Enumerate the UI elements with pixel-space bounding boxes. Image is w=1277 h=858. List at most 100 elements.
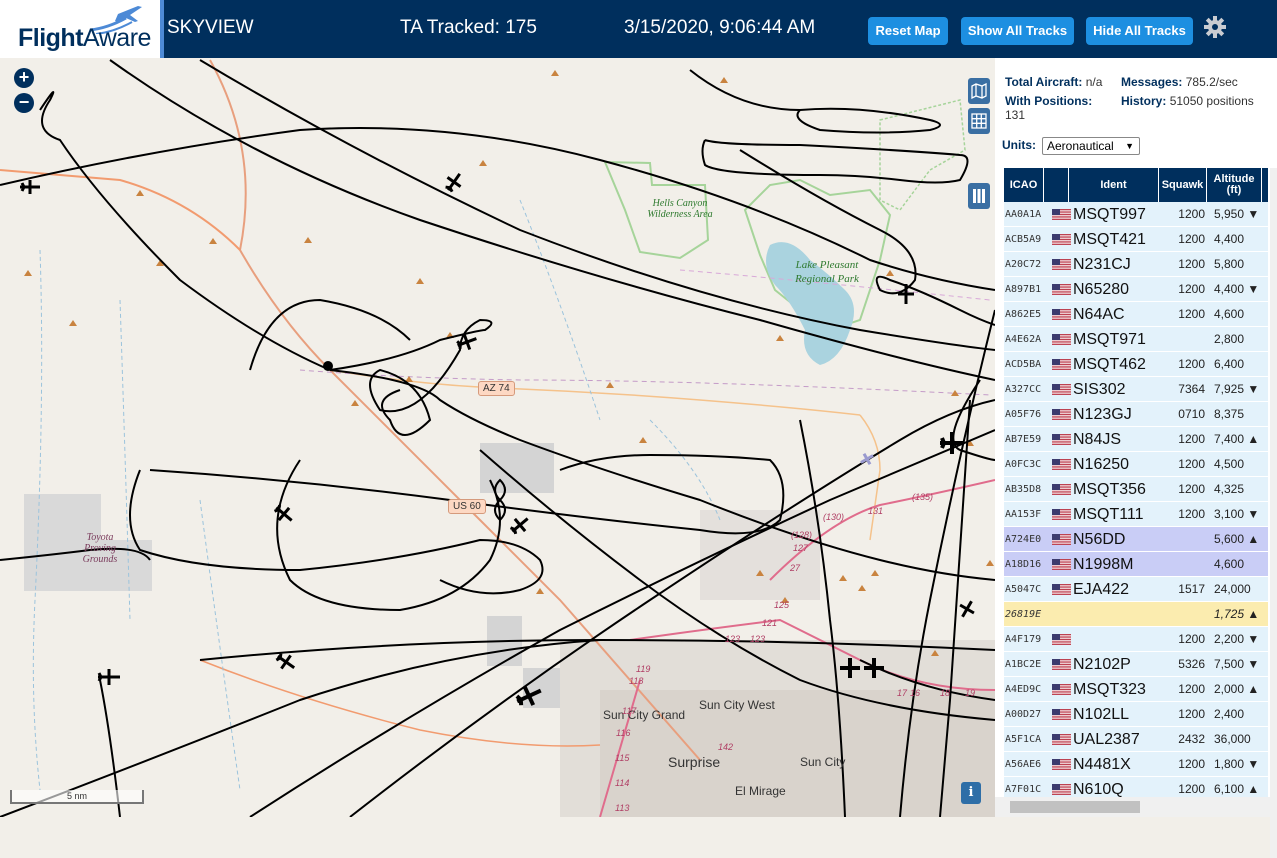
cell-squawk: 1200: [1178, 482, 1205, 496]
table-row[interactable]: A00D27 N102LL 1200 2,400: [1004, 702, 1268, 727]
table-row[interactable]: A327CC SIS302 7364 7,925 ▼: [1004, 377, 1268, 402]
table-row[interactable]: A897B1 N65280 1200 4,400 ▼: [1004, 277, 1268, 302]
aircraft-icon[interactable]: [936, 428, 968, 458]
header-icao[interactable]: ICAO: [1004, 168, 1044, 202]
table-row[interactable]: A20C72 N231CJ 1200 5,800: [1004, 252, 1268, 277]
grid-icon[interactable]: [968, 108, 990, 134]
cell-ident: MSQT462: [1073, 356, 1146, 373]
cell-ident: N65280: [1073, 281, 1130, 298]
table-row[interactable]: A1BC2E N2102P 5326 7,500 ▼: [1004, 652, 1268, 677]
cell-ident: N84JS: [1073, 431, 1122, 448]
aircraft-icon[interactable]: [272, 502, 296, 526]
us-flag-icon: [1052, 734, 1071, 745]
aircraft-panel: Total Aircraft: n/a Messages: 785.2/sec …: [995, 58, 1277, 858]
cell-flag: [1049, 527, 1071, 552]
cell-ident: N1998M: [1073, 556, 1134, 573]
aircraft-icon[interactable]: [514, 682, 544, 710]
route-number: 17: [897, 688, 908, 698]
horizontal-scrollbar[interactable]: [995, 797, 1270, 817]
us-flag-icon: [1052, 459, 1071, 470]
aircraft-icon[interactable]: [894, 282, 918, 306]
cell-altitude: 8,375: [1214, 407, 1245, 421]
cell-icao: A897B1: [1005, 284, 1042, 295]
hide-all-tracks-button[interactable]: Hide All Tracks: [1086, 17, 1193, 45]
aircraft-icon[interactable]: [18, 177, 42, 197]
table-row[interactable]: A18D16 N1998M 4,600: [1004, 552, 1268, 577]
table-row[interactable]: A4ED9C MSQT323 1200 2,000 ▲: [1004, 677, 1268, 702]
cell-squawk: 1200: [1178, 457, 1205, 471]
table-row[interactable]: A5F1CA UAL2387 2432 36,000: [1004, 727, 1268, 752]
route-number: 115: [615, 753, 630, 763]
cell-ident: N102LL: [1073, 706, 1130, 723]
cell-squawk: 1200: [1178, 682, 1205, 696]
cell-flag: [1049, 277, 1071, 302]
aircraft-icon[interactable]: [508, 513, 532, 537]
show-all-tracks-button[interactable]: Show All Tracks: [961, 17, 1074, 45]
aircraft-icon[interactable]: [442, 170, 466, 194]
aircraft-icon[interactable]: [838, 654, 886, 682]
route-number: 121: [762, 618, 778, 628]
scrollbar-thumb[interactable]: [1010, 801, 1140, 813]
table-row[interactable]: AB7E59 N84JS 1200 7,400 ▲: [1004, 427, 1268, 452]
units-select[interactable]: Aeronautical ▼: [1042, 137, 1140, 155]
cell-altitude: 2,200 ▼: [1214, 632, 1260, 646]
table-row[interactable]: ACB5A9 MSQT421 1200 4,400: [1004, 227, 1268, 252]
table-row[interactable]: A05F76 N123GJ 0710 8,375: [1004, 402, 1268, 427]
vertical-scrollbar[interactable]: [1270, 168, 1277, 858]
us-flag-icon: [1052, 409, 1071, 420]
aircraft-icon[interactable]: [858, 451, 876, 467]
cell-icao: A5047C: [1005, 584, 1042, 595]
route-number: (130): [823, 512, 845, 522]
cell-squawk: 2432: [1178, 732, 1205, 746]
map-view[interactable]: + − Hells Canyon Wilderness Area Lake Pl…: [0, 58, 995, 817]
cell-icao: AA0A1A: [1005, 209, 1042, 220]
us-flag-icon: [1052, 759, 1071, 770]
info-button[interactable]: i: [961, 782, 981, 804]
header-ident[interactable]: Ident: [1069, 168, 1159, 202]
table-row[interactable]: A56AE6 N4481X 1200 1,800 ▼: [1004, 752, 1268, 777]
header-squawk[interactable]: Squawk: [1159, 168, 1207, 202]
flightaware-logo[interactable]: FlightAware: [0, 0, 164, 58]
table-row[interactable]: A724E0 N56DD 5,600 ▲: [1004, 527, 1268, 552]
map-basemap: [0, 59, 995, 817]
us-flag-icon: [1052, 784, 1071, 795]
zoom-out-button[interactable]: −: [14, 93, 34, 113]
zoom-in-button[interactable]: +: [14, 68, 34, 88]
cell-icao: A5F1CA: [1005, 734, 1042, 745]
us-flag-icon: [1052, 684, 1071, 695]
cell-flag: [1049, 702, 1071, 727]
aircraft-icon[interactable]: [274, 650, 298, 674]
table-row[interactable]: A5047C EJA422 1517 24,000: [1004, 577, 1268, 602]
cell-altitude: 4,325: [1214, 482, 1245, 496]
table-row[interactable]: AA153F MSQT111 1200 3,100 ▼: [1004, 502, 1268, 527]
table-row[interactable]: AB35D8 MSQT356 1200 4,325: [1004, 477, 1268, 502]
us-flag-icon: [1052, 509, 1071, 520]
table-row[interactable]: A4F179 1200 2,200 ▼: [1004, 627, 1268, 652]
aircraft-icon[interactable]: [956, 598, 978, 620]
cell-altitude: 1,800 ▼: [1214, 757, 1260, 771]
aircraft-icon[interactable]: [96, 666, 122, 688]
cell-ident: [1072, 602, 1160, 627]
cell-altitude: 5,600 ▲: [1214, 532, 1260, 546]
table-row[interactable]: A862E5 N64AC 1200 4,600: [1004, 302, 1268, 327]
cell-squawk: 5326: [1178, 657, 1205, 671]
table-row[interactable]: AA0A1A MSQT997 1200 5,950 ▼: [1004, 202, 1268, 227]
table-row[interactable]: A4E62A MSQT971 2,800: [1004, 327, 1268, 352]
table-row[interactable]: ACD5BA MSQT462 1200 6,400: [1004, 352, 1268, 377]
map-icon[interactable]: [968, 78, 990, 104]
cell-flag: [1049, 327, 1071, 352]
cell-icao: ACD5BA: [1005, 359, 1042, 370]
table-row[interactable]: A0FC3C N16250 1200 4,500: [1004, 452, 1268, 477]
table-row[interactable]: 26819E 1,725 ▲: [1004, 602, 1268, 627]
cell-ident: EJA422: [1073, 581, 1130, 598]
route-number: 123: [750, 634, 766, 644]
cell-squawk: 1200: [1178, 207, 1205, 221]
reset-map-button[interactable]: Reset Map: [868, 17, 948, 45]
aircraft-icon[interactable]: [455, 330, 479, 354]
cell-icao: A18D16: [1005, 559, 1042, 570]
columns-icon[interactable]: [968, 183, 990, 209]
header-altitude[interactable]: Altitude (ft): [1207, 168, 1262, 202]
gear-icon[interactable]: [1203, 15, 1227, 39]
header-flag[interactable]: [1044, 168, 1069, 202]
cell-squawk: 1200: [1178, 757, 1205, 771]
